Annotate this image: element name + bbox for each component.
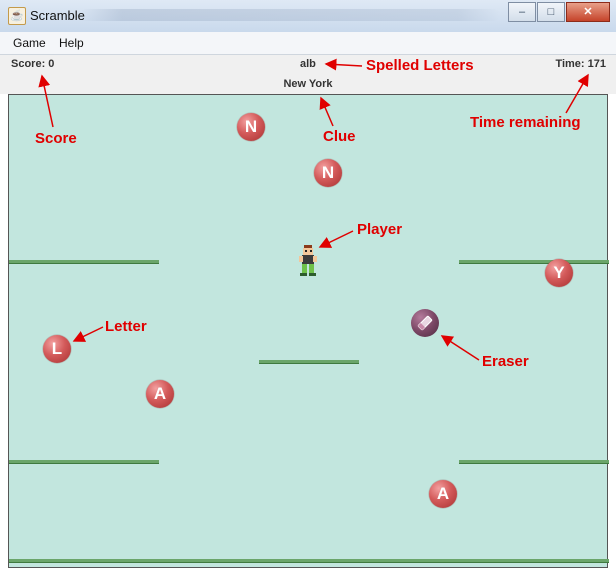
score-label: Score: 0	[11, 58, 55, 70]
letter-ball: Y	[545, 259, 573, 287]
letter-ball: L	[43, 335, 71, 363]
game-area[interactable]	[8, 94, 609, 568]
menu-help[interactable]: Help	[59, 36, 84, 50]
maximize-button[interactable]: □	[537, 2, 565, 22]
menu-bar: Game Help	[0, 32, 616, 55]
clue-label: New York	[283, 78, 333, 90]
platform	[9, 260, 159, 264]
ground-platform	[9, 559, 609, 563]
annotation-time-remaining: Time remaining	[470, 114, 581, 131]
platform	[9, 460, 159, 464]
player-sprite	[299, 245, 317, 276]
time-remaining: Time: 171	[555, 58, 606, 70]
annotation-eraser: Eraser	[482, 353, 529, 370]
window-titlebar: ☕ Scramble – □ ✕	[0, 0, 616, 33]
platform	[459, 460, 609, 464]
menu-game[interactable]: Game	[13, 36, 46, 50]
window-title: Scramble	[30, 8, 85, 23]
window-controls: – □ ✕	[507, 2, 610, 22]
letter-ball: N	[314, 159, 342, 187]
annotation-clue: Clue	[323, 128, 356, 145]
close-button[interactable]: ✕	[566, 2, 610, 22]
spelled-letters: alb	[300, 58, 316, 70]
letter-ball: A	[429, 480, 457, 508]
annotation-score: Score	[35, 130, 77, 147]
annotation-player: Player	[357, 221, 403, 238]
minimize-button[interactable]: –	[508, 2, 536, 22]
eraser-icon	[417, 315, 433, 331]
annotation-spelled-letters: Spelled Letters	[366, 57, 474, 74]
eraser-ball	[411, 309, 439, 337]
letter-ball: N	[237, 113, 265, 141]
letter-ball: A	[146, 380, 174, 408]
java-app-icon: ☕	[8, 7, 26, 25]
title-blur	[80, 9, 500, 21]
platform	[259, 360, 359, 364]
annotation-letter: Letter	[105, 318, 147, 335]
platform	[459, 260, 609, 264]
